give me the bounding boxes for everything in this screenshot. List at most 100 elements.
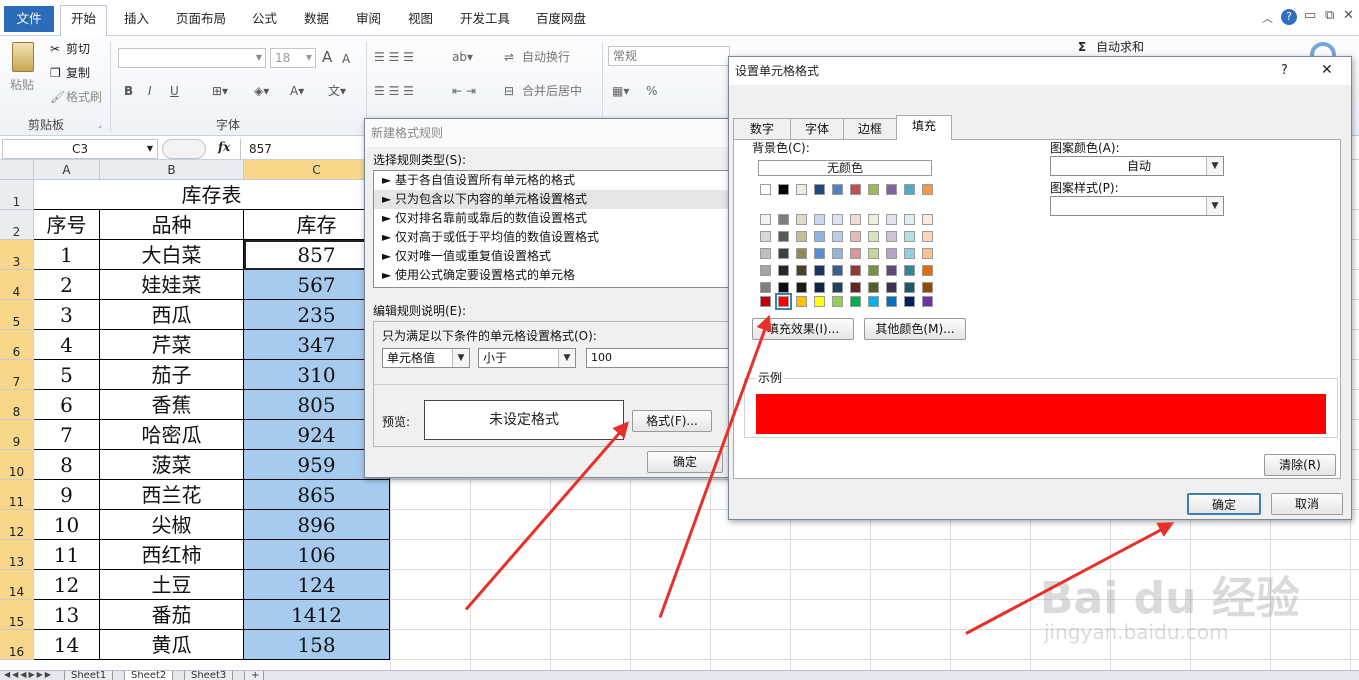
rule-type-item[interactable]: ► 仅对高于或低于平均值的数值设置格式 xyxy=(374,228,734,247)
shrink-font-button[interactable]: A xyxy=(342,50,350,68)
row-header[interactable]: 9 xyxy=(0,420,34,450)
color-swatch[interactable] xyxy=(922,248,933,259)
row-header[interactable]: 10 xyxy=(0,450,34,480)
row-header[interactable]: 6 xyxy=(0,330,34,360)
row-header[interactable]: 12 xyxy=(0,510,34,540)
close-icon[interactable]: ✕ xyxy=(1321,62,1333,78)
font-color-icon[interactable]: A▾ xyxy=(290,82,304,100)
color-swatch[interactable] xyxy=(904,248,915,259)
indent-icon[interactable]: ⇤ ⇥ xyxy=(452,82,476,100)
color-swatch[interactable] xyxy=(868,248,879,259)
table-header-cell[interactable]: 序号 xyxy=(34,210,100,240)
cancel-button[interactable]: 取消 xyxy=(1271,493,1343,515)
color-swatch[interactable] xyxy=(796,184,807,195)
table-cell[interactable]: 1412 xyxy=(244,600,390,630)
color-swatch[interactable] xyxy=(904,184,915,195)
color-swatch[interactable] xyxy=(760,265,771,276)
table-cell[interactable]: 黄瓜 xyxy=(100,630,244,660)
table-cell[interactable]: 7 xyxy=(34,420,100,450)
help-button[interactable]: ? xyxy=(1281,63,1288,78)
autosum-button[interactable]: 自动求和 xyxy=(1096,38,1144,56)
color-swatch[interactable] xyxy=(922,184,933,195)
insert-function-icon[interactable]: fx xyxy=(218,140,230,154)
color-swatch[interactable] xyxy=(832,184,843,195)
table-cell[interactable]: 3 xyxy=(34,300,100,330)
tab-home[interactable]: 开始 xyxy=(60,5,108,36)
sheet-tab-3[interactable]: Sheet3 xyxy=(184,671,234,680)
rule-type-item[interactable]: ► 基于各自值设置所有单元格的格式 xyxy=(374,171,734,190)
table-cell[interactable]: 西瓜 xyxy=(100,300,244,330)
formula-bar-expander[interactable] xyxy=(162,139,206,159)
table-title-cell[interactable]: 库存表 xyxy=(34,180,390,210)
color-swatch[interactable] xyxy=(760,296,771,307)
row-header[interactable]: 16 xyxy=(0,630,34,660)
phonetic-icon[interactable]: 文▾ xyxy=(328,82,346,100)
color-swatch[interactable] xyxy=(814,296,825,307)
minimize-window-icon[interactable]: ▭ xyxy=(1304,8,1316,23)
table-cell[interactable]: 娃娃菜 xyxy=(100,270,244,300)
color-swatch[interactable] xyxy=(868,265,879,276)
no-color-button[interactable]: 无颜色 xyxy=(758,160,932,176)
table-cell[interactable]: 9 xyxy=(34,480,100,510)
color-swatch[interactable] xyxy=(760,248,771,259)
color-swatch[interactable] xyxy=(796,282,807,293)
row-header[interactable]: 4 xyxy=(0,270,34,300)
table-cell[interactable]: 菠菜 xyxy=(100,450,244,480)
format-painter-button[interactable]: 格式刷 xyxy=(66,88,102,106)
color-swatch[interactable] xyxy=(886,231,897,242)
color-swatch[interactable] xyxy=(796,214,807,225)
color-swatch[interactable] xyxy=(775,293,792,310)
row-header[interactable]: 2 xyxy=(0,210,34,240)
color-swatch[interactable] xyxy=(814,214,825,225)
ribbon-minimize-icon[interactable]: ︿ xyxy=(1262,10,1273,26)
help-icon[interactable]: ? xyxy=(1281,9,1297,25)
table-cell[interactable]: 香蕉 xyxy=(100,390,244,420)
row-header[interactable]: 15 xyxy=(0,600,34,630)
color-swatch[interactable] xyxy=(868,214,879,225)
row-header[interactable]: 14 xyxy=(0,570,34,600)
tab-font[interactable]: 字体 xyxy=(790,118,844,139)
pattern-color-combo[interactable]: 自动 ▼ xyxy=(1050,156,1224,176)
paste-button[interactable]: 粘贴 xyxy=(10,76,34,94)
color-swatch[interactable] xyxy=(850,282,861,293)
color-swatch[interactable] xyxy=(778,248,789,259)
color-swatch[interactable] xyxy=(778,184,789,195)
bold-button[interactable]: B xyxy=(124,82,133,100)
color-swatch[interactable] xyxy=(760,214,771,225)
rule-type-list[interactable]: ► 基于各自值设置所有单元格的格式 ► 只为包含以下内容的单元格设置格式 ► 仅对排… xyxy=(373,170,735,288)
pattern-style-combo[interactable]: ▼ xyxy=(1050,196,1224,216)
font-name-combo[interactable]: ▼ xyxy=(118,48,266,68)
color-swatch[interactable] xyxy=(760,282,771,293)
orientation-icon[interactable]: ab▾ xyxy=(452,48,473,66)
table-cell[interactable]: 106 xyxy=(244,540,390,570)
color-swatch[interactable] xyxy=(868,282,879,293)
italic-button[interactable]: I xyxy=(148,82,152,100)
color-swatch[interactable] xyxy=(922,231,933,242)
fill-color-icon[interactable]: ◈▾ xyxy=(254,82,269,100)
color-swatch[interactable] xyxy=(922,214,933,225)
ok-button[interactable]: 确定 xyxy=(1187,493,1261,515)
color-swatch[interactable] xyxy=(814,282,825,293)
sheet-nav-icon[interactable]: ◀◀◀▶▶▶ xyxy=(4,670,53,679)
table-cell[interactable]: 番茄 xyxy=(100,600,244,630)
rule-type-item[interactable]: ► 只为包含以下内容的单元格设置格式 xyxy=(374,190,734,209)
table-cell[interactable]: 西兰花 xyxy=(100,480,244,510)
color-swatch[interactable] xyxy=(832,214,843,225)
color-swatch[interactable] xyxy=(814,231,825,242)
color-swatch[interactable] xyxy=(814,248,825,259)
close-workbook-icon[interactable]: ✕ xyxy=(1343,8,1354,23)
table-cell[interactable]: 哈密瓜 xyxy=(100,420,244,450)
rule-type-item[interactable]: ► 仅对排名靠前或靠后的数值设置格式 xyxy=(374,209,734,228)
align-left-icon[interactable]: ☰ ☰ ☰ xyxy=(374,82,414,100)
color-swatch[interactable] xyxy=(904,214,915,225)
table-cell[interactable]: 大白菜 xyxy=(100,240,244,270)
clipboard-launcher-icon[interactable]: ⌟ xyxy=(98,120,102,129)
row-header[interactable]: 1 xyxy=(0,180,34,210)
underline-button[interactable]: U xyxy=(170,82,179,100)
grow-font-button[interactable]: A xyxy=(322,48,332,66)
color-swatch[interactable] xyxy=(778,214,789,225)
table-cell[interactable]: 11 xyxy=(34,540,100,570)
format-button[interactable]: 格式(F)... xyxy=(632,410,712,432)
table-cell[interactable]: 2 xyxy=(34,270,100,300)
table-cell[interactable]: 12 xyxy=(34,570,100,600)
